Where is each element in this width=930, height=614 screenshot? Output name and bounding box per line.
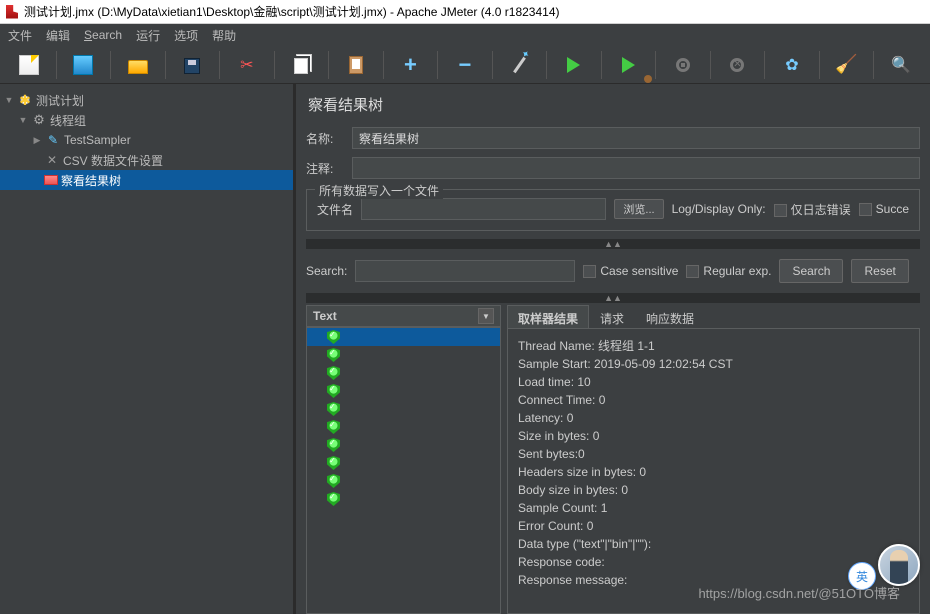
renderer-combo[interactable]: Text▼: [306, 305, 501, 327]
titlebar: 测试计划.jmx (D:\MyData\xietian1\Desktop\金融\…: [0, 0, 930, 24]
success-icon: [327, 330, 340, 344]
save-button[interactable]: [173, 49, 213, 81]
menu-file[interactable]: 文件: [8, 27, 32, 44]
tree-node-csv[interactable]: ✕ CSV 数据文件设置: [0, 150, 293, 170]
panel-title: 察看结果树: [296, 84, 930, 123]
name-input[interactable]: [352, 127, 920, 149]
clear-button[interactable]: ✿: [772, 49, 812, 81]
list-item[interactable]: [307, 418, 500, 436]
cut-button[interactable]: ✂: [227, 49, 267, 81]
templates-button[interactable]: [64, 49, 104, 81]
success-icon: [327, 492, 340, 506]
toggle-button[interactable]: [500, 49, 540, 81]
filename-label: 文件名: [317, 201, 353, 218]
browse-button[interactable]: 浏览...: [614, 199, 663, 219]
successes-checkbox[interactable]: Succe: [859, 202, 909, 216]
copy-button[interactable]: [282, 49, 322, 81]
comment-label: 注释:: [306, 160, 346, 177]
success-icon: [327, 420, 340, 434]
tree-node-plan[interactable]: ▼ 测试计划: [0, 90, 293, 110]
clear-all-button[interactable]: 🧹: [827, 49, 867, 81]
list-item[interactable]: [307, 400, 500, 418]
test-plan-tree[interactable]: ▼ 测试计划 ▼⚙ 线程组 ▶✎ TestSampler ✕ CSV 数据文件设…: [0, 84, 296, 614]
menubar: 文件 编辑 Search 运行 选项 帮助: [0, 24, 930, 46]
menu-options[interactable]: 选项: [174, 27, 198, 44]
tree-node-results[interactable]: 察看结果树: [0, 170, 293, 190]
menu-help[interactable]: 帮助: [212, 27, 236, 44]
success-icon: [327, 456, 340, 470]
list-item[interactable]: [307, 364, 500, 382]
shutdown-button[interactable]: ✕: [718, 49, 758, 81]
list-item[interactable]: [307, 382, 500, 400]
main-area: ▼ 测试计划 ▼⚙ 线程组 ▶✎ TestSampler ✕ CSV 数据文件设…: [0, 84, 930, 614]
tree-node-sampler[interactable]: ▶✎ TestSampler: [0, 130, 293, 150]
success-icon: [327, 366, 340, 380]
success-icon: [327, 348, 340, 362]
name-label: 名称:: [306, 130, 346, 147]
start-notimers-button[interactable]: [609, 49, 649, 81]
tab-request[interactable]: 请求: [589, 305, 635, 328]
list-item[interactable]: [307, 436, 500, 454]
ime-badge[interactable]: 英: [848, 562, 876, 590]
jmeter-icon: [6, 5, 18, 19]
list-item[interactable]: [307, 490, 500, 508]
search-label: Search:: [306, 264, 347, 278]
errors-only-checkbox[interactable]: 仅日志错误: [774, 201, 851, 218]
list-item[interactable]: [307, 472, 500, 490]
regex-checkbox[interactable]: Regular exp.: [686, 264, 771, 278]
menu-run[interactable]: 运行: [136, 27, 160, 44]
list-item[interactable]: [307, 454, 500, 472]
tree-node-threadgroup[interactable]: ▼⚙ 线程组: [0, 110, 293, 130]
collapse-button[interactable]: −: [445, 49, 485, 81]
search-button[interactable]: 🔍: [881, 49, 921, 81]
success-icon: [327, 402, 340, 416]
case-sensitive-checkbox[interactable]: Case sensitive: [583, 264, 678, 278]
collapse-toggle[interactable]: ▲▲: [306, 239, 920, 249]
search-input[interactable]: [355, 260, 575, 282]
reset-button[interactable]: Reset: [851, 259, 908, 283]
success-icon: [327, 474, 340, 488]
menu-search[interactable]: Search: [84, 28, 122, 42]
start-button[interactable]: [554, 49, 594, 81]
success-icon: [327, 384, 340, 398]
collapse-toggle-2[interactable]: ▲▲: [306, 293, 920, 303]
tab-sampler[interactable]: 取样器结果: [507, 305, 589, 328]
results-list[interactable]: [306, 327, 501, 614]
result-tabs: 取样器结果 请求 响应数据: [507, 305, 920, 329]
menu-edit[interactable]: 编辑: [46, 27, 70, 44]
success-icon: [327, 438, 340, 452]
search-go-button[interactable]: Search: [779, 259, 843, 283]
filename-input[interactable]: [361, 198, 606, 220]
list-item[interactable]: [307, 346, 500, 364]
toolbar: ✂ + − ✕ ✿ 🧹 🔍: [0, 46, 930, 84]
stop-button[interactable]: [663, 49, 703, 81]
paste-button[interactable]: [336, 49, 376, 81]
avatar-icon[interactable]: [878, 544, 920, 586]
logdisplay-label: Log/Display Only:: [672, 202, 766, 216]
open-button[interactable]: [118, 49, 158, 81]
expand-button[interactable]: +: [391, 49, 431, 81]
comment-input[interactable]: [352, 157, 920, 179]
list-item[interactable]: [307, 328, 500, 346]
new-button[interactable]: [9, 49, 49, 81]
detail-panel: 察看结果树 名称: 注释: 所有数据写入一个文件 文件名 浏览... Log/D…: [296, 84, 930, 614]
write-results-fieldset: 所有数据写入一个文件 文件名 浏览... Log/Display Only: 仅…: [306, 189, 920, 231]
tab-response[interactable]: 响应数据: [635, 305, 705, 328]
window-title: 测试计划.jmx (D:\MyData\xietian1\Desktop\金融\…: [24, 3, 559, 20]
